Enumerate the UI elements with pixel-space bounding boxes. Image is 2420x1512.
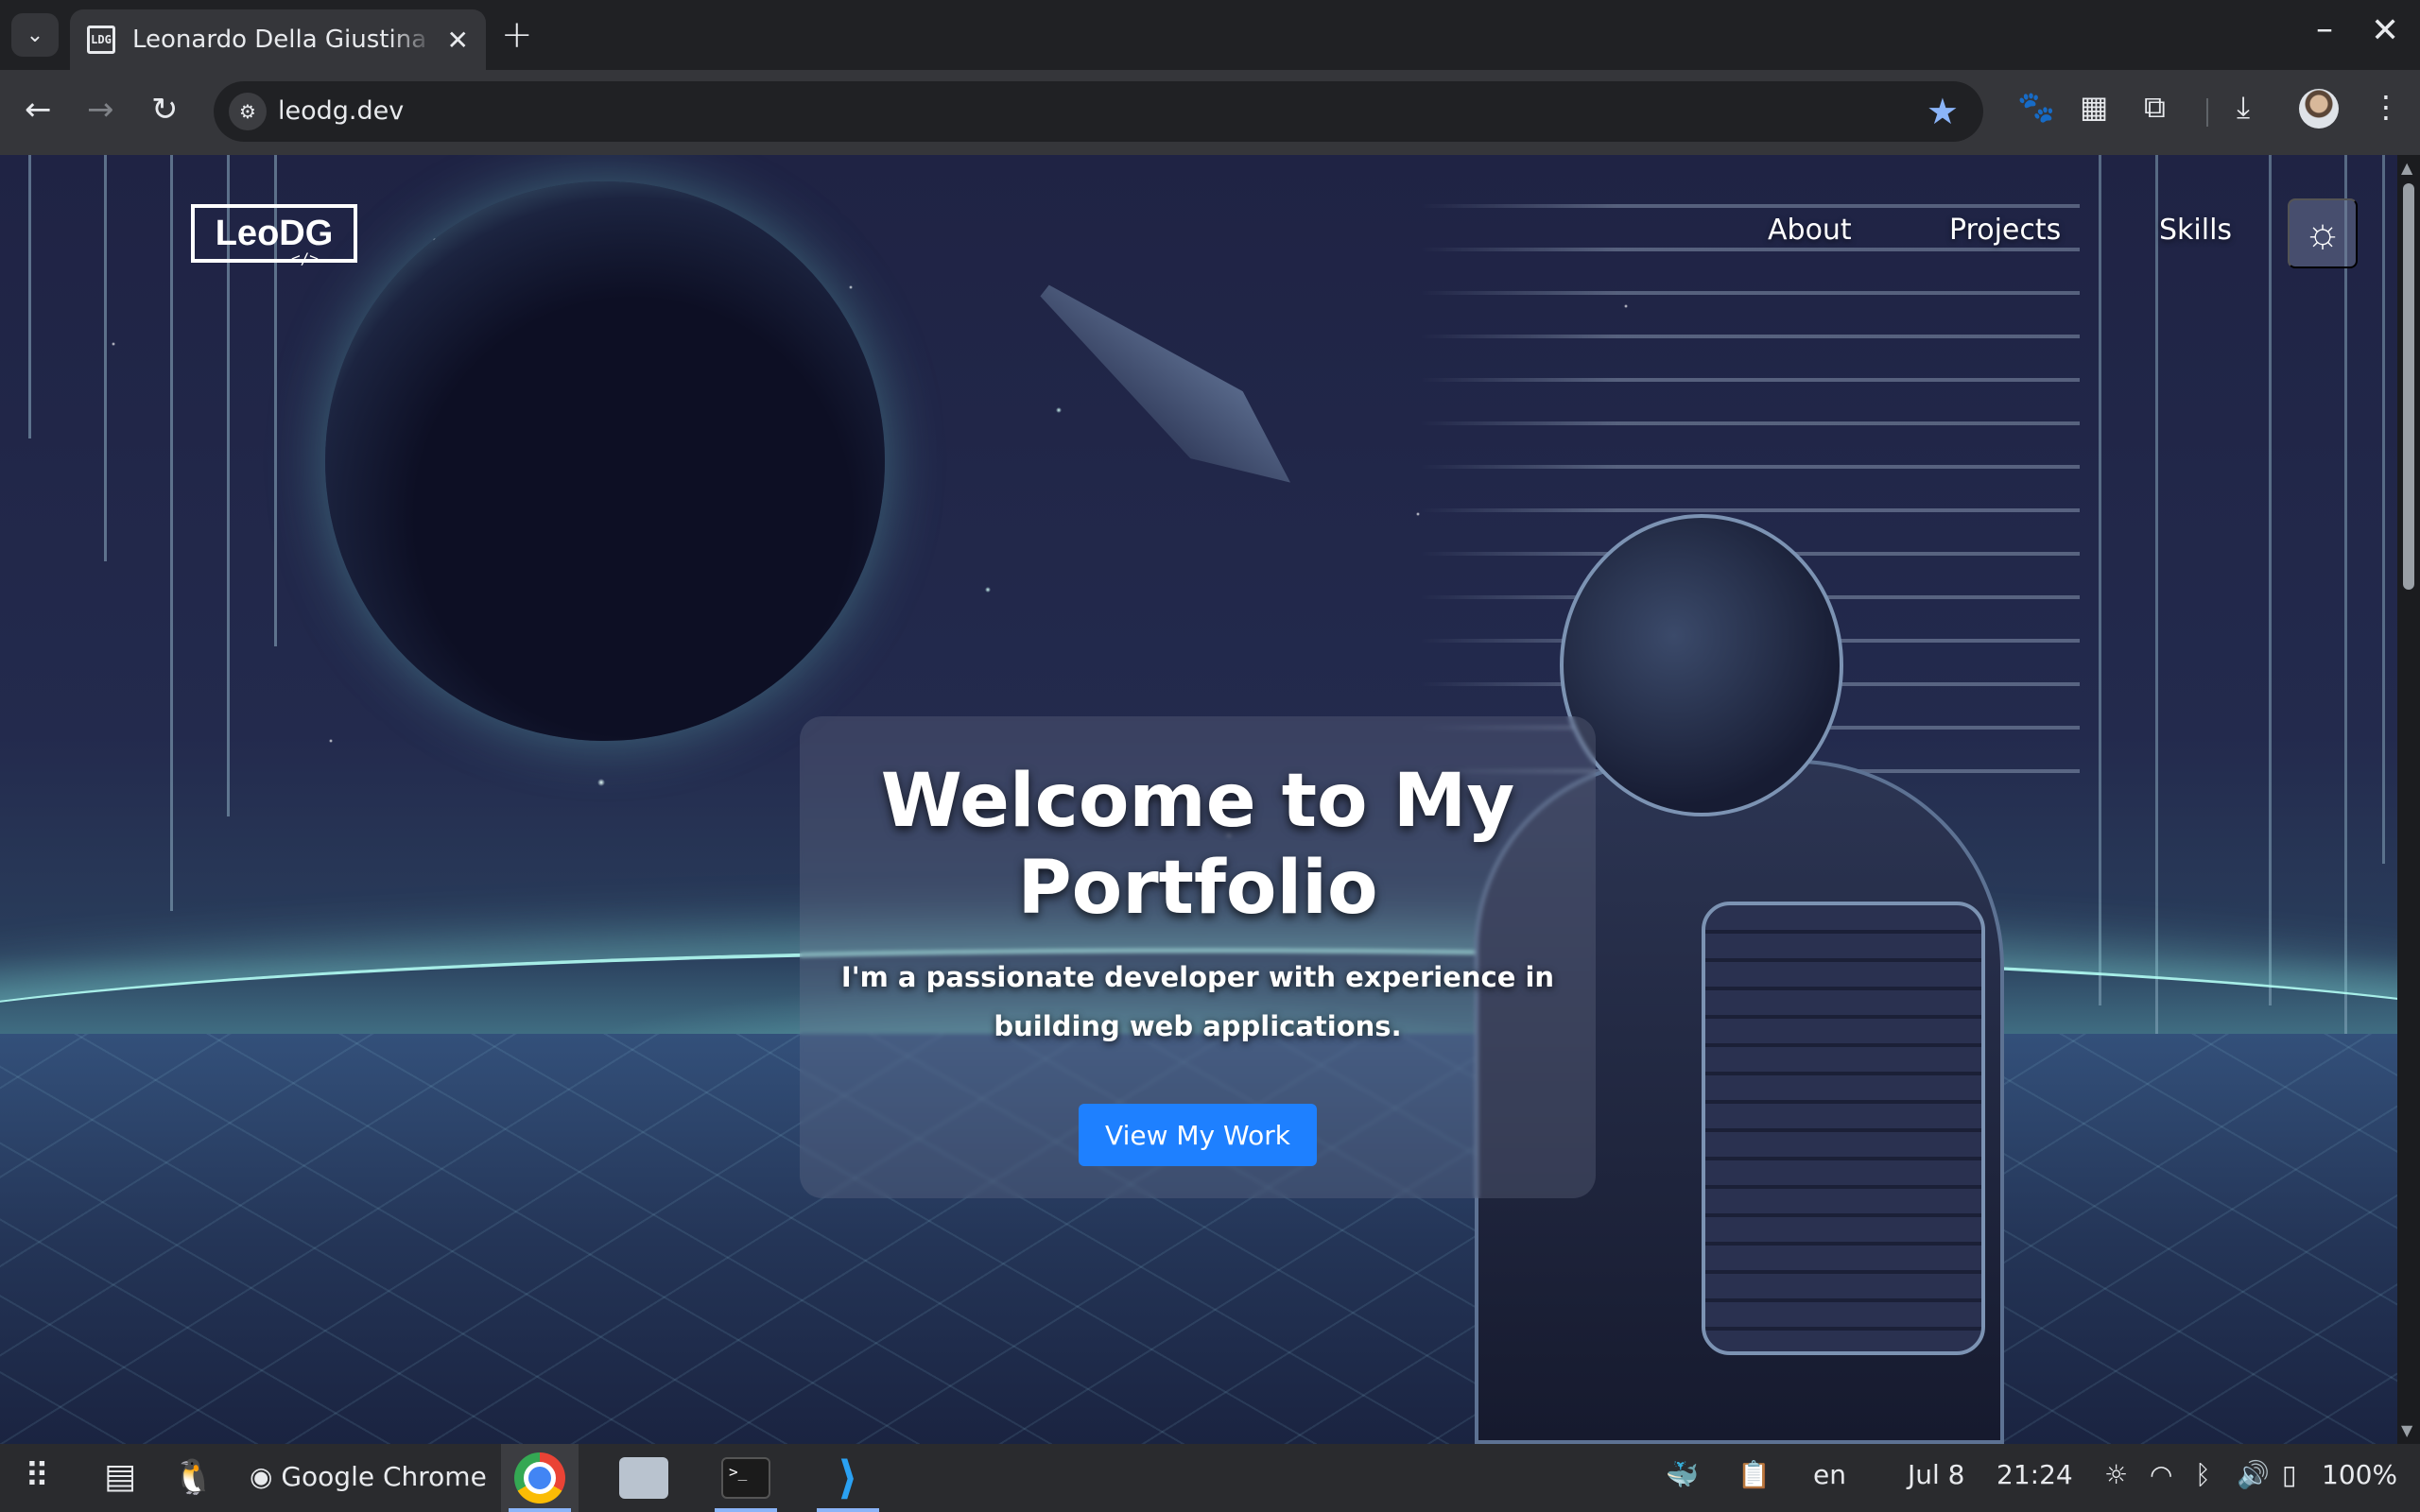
scrollbar-thumb[interactable]	[2403, 183, 2414, 590]
astronaut-helmet-illustration	[1560, 514, 1843, 816]
time-label[interactable]: 21:24	[1996, 1459, 2073, 1490]
clipboard-icon[interactable]: 📋	[1737, 1459, 1771, 1490]
taskbar-chrome-label: Google Chrome	[281, 1461, 487, 1492]
nav-skills[interactable]: Skills	[2159, 214, 2232, 247]
puzzle-icon[interactable]: ⧉	[2144, 89, 2166, 126]
sun-icon: ☼	[2303, 210, 2342, 256]
url-text[interactable]: leodg.dev	[278, 96, 404, 126]
chevron-down-icon: ⌄	[26, 23, 44, 47]
site-header: LeoDG </> About Projects Skills ☼	[0, 155, 2401, 312]
taskbar-app-chrome[interactable]	[501, 1444, 579, 1512]
reload-icon[interactable]: ↻	[151, 91, 179, 129]
battery-percent: 100%	[2322, 1459, 2398, 1490]
vscode-icon: ⟩	[838, 1452, 858, 1504]
astronaut-backpack-illustration	[1702, 902, 1985, 1355]
window-overview-icon[interactable]: ▤	[104, 1457, 136, 1496]
tab-title: Leonardo Della Giustina - Portfolio	[132, 26, 435, 54]
window-close-icon[interactable]: ✕	[2371, 11, 2399, 50]
os-taskbar: ⠿ ▤ 🐧 ◉ Google Chrome >_ ⟩ 🐳 📋 en Jul 8 …	[0, 1444, 2420, 1512]
hero-subtitle: I'm a passionate developer with experien…	[840, 961, 1555, 1042]
wifi-icon[interactable]: ◠	[2150, 1459, 2172, 1490]
arrow-left-icon[interactable]: ←	[25, 91, 52, 129]
taskbar-app-terminal[interactable]: >_	[707, 1444, 785, 1512]
taskbar-app-files[interactable]	[605, 1444, 683, 1512]
page-scrollbar[interactable]: ▲ ▼	[2397, 155, 2420, 1444]
avatar[interactable]	[2299, 89, 2339, 129]
minimize-icon[interactable]: –	[2316, 9, 2333, 48]
nav-about[interactable]: About	[1768, 214, 1852, 247]
kebab-icon[interactable]: ⋮	[2371, 89, 2401, 125]
theme-toggle-button[interactable]: ☼	[2288, 198, 2358, 268]
address-bar[interactable]: ⚙ leodg.dev ★	[214, 81, 1983, 142]
chrome-icon	[514, 1452, 565, 1503]
penguin-icon[interactable]: 🐧	[172, 1457, 215, 1497]
volume-icon[interactable]: 🔊	[2237, 1459, 2270, 1490]
files-icon	[619, 1457, 668, 1499]
app-grid-icon[interactable]: ⠿	[25, 1457, 49, 1496]
logo-code-tag: </>	[291, 249, 319, 267]
taskbar-app-vscode[interactable]: ⟩	[809, 1444, 887, 1512]
tab-favicon: LDG	[87, 26, 115, 54]
date-label[interactable]: Jul 8	[1908, 1459, 1965, 1490]
keyboard-language[interactable]: en	[1813, 1459, 1846, 1490]
scroll-up-arrow-icon[interactable]: ▲	[2401, 159, 2412, 177]
terminal-icon: >_	[721, 1457, 770, 1499]
plus-icon[interactable]: +	[501, 13, 533, 57]
page-viewport: LeoDG </> About Projects Skills ☼ Welcom…	[0, 155, 2420, 1444]
chrome-small-icon: ◉	[250, 1461, 273, 1492]
tune-icon[interactable]: ⚙	[229, 93, 267, 130]
view-my-work-button[interactable]: View My Work	[1079, 1104, 1317, 1166]
star-icon[interactable]: ★	[1927, 91, 1959, 132]
site-logo[interactable]: LeoDG	[191, 204, 357, 263]
nav-projects[interactable]: Projects	[1949, 214, 2061, 247]
open-app-indicator	[817, 1508, 879, 1512]
toolbar-divider	[2206, 98, 2208, 127]
paw-extension-icon[interactable]: 🐾	[2017, 89, 2055, 125]
tab-strip: ⌄ LDG Leonardo Della Giustina - Portfoli…	[0, 0, 2420, 70]
scroll-down-arrow-icon[interactable]: ▼	[2401, 1421, 2412, 1439]
tab-search-button[interactable]: ⌄	[11, 13, 59, 57]
bluetooth-icon[interactable]: ᛒ	[2195, 1459, 2211, 1490]
brightness-icon[interactable]: ☼	[2104, 1459, 2128, 1490]
hero-title: Welcome to My Portfolio	[880, 759, 1515, 931]
qr-code-icon[interactable]: ▦	[2080, 89, 2108, 125]
docker-tray-icon[interactable]: 🐳	[1666, 1459, 1699, 1490]
download-icon[interactable]: ⤓	[2237, 89, 2250, 126]
arrow-right-icon[interactable]: →	[87, 91, 114, 129]
active-app-indicator	[509, 1508, 571, 1512]
browser-toolbar: ← → ↻ ⚙ leodg.dev ★ 🐾 ▦ ⧉ ⤓ ⋮	[0, 70, 2420, 155]
hero-card: Welcome to My Portfolio I'm a passionate…	[800, 716, 1596, 1198]
close-icon[interactable]: ✕	[447, 25, 469, 56]
browser-tab-active[interactable]: LDG Leonardo Della Giustina - Portfolio …	[70, 9, 486, 70]
taskbar-active-window[interactable]: ◉ Google Chrome	[250, 1461, 487, 1492]
battery-icon[interactable]: ▯	[2282, 1459, 2296, 1490]
open-app-indicator	[715, 1508, 777, 1512]
